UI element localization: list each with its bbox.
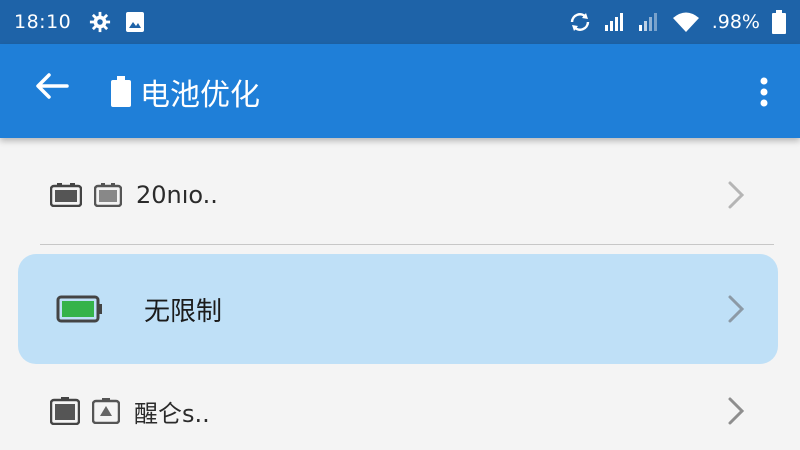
- battery-alert-icon: [92, 398, 120, 424]
- more-vertical-icon: [760, 77, 768, 107]
- list-item-selected[interactable]: 无限制: [18, 254, 778, 364]
- wifi-icon: [672, 12, 699, 32]
- chevron-right-icon: [728, 295, 745, 323]
- battery-icon: [111, 76, 131, 107]
- battery-full-icon: [56, 295, 102, 323]
- list-item[interactable]: 醒仑s..: [18, 372, 778, 450]
- image-icon: [126, 12, 145, 32]
- list-item[interactable]: 20nıo..: [18, 152, 778, 238]
- signal-icon: [604, 13, 623, 31]
- battery-percent: .98%: [711, 11, 760, 33]
- list-item-label: 醒仑s..: [134, 399, 210, 428]
- arrow-left-icon: [36, 73, 69, 99]
- back-button[interactable]: [32, 66, 72, 106]
- list-item-label: 无限制: [144, 296, 223, 327]
- battery-icon: [94, 183, 122, 207]
- app-bar: 电池优化: [0, 44, 800, 138]
- page-title: 电池优化: [140, 78, 260, 113]
- chevron-right-icon: [728, 181, 745, 209]
- battery-icon: [50, 397, 80, 425]
- battery-icon: [772, 10, 786, 34]
- divider: [40, 244, 774, 245]
- status-time: 18:10: [14, 11, 72, 33]
- signal-icon: [638, 13, 657, 31]
- list-item-label: 20nıo..: [136, 181, 218, 209]
- battery-icon: [50, 183, 82, 207]
- status-bar: 18:10 .98%: [0, 0, 800, 44]
- chevron-right-icon: [728, 397, 745, 425]
- rotation-icon: [570, 13, 589, 31]
- gear-icon: [90, 11, 111, 33]
- more-options-button[interactable]: [752, 72, 776, 112]
